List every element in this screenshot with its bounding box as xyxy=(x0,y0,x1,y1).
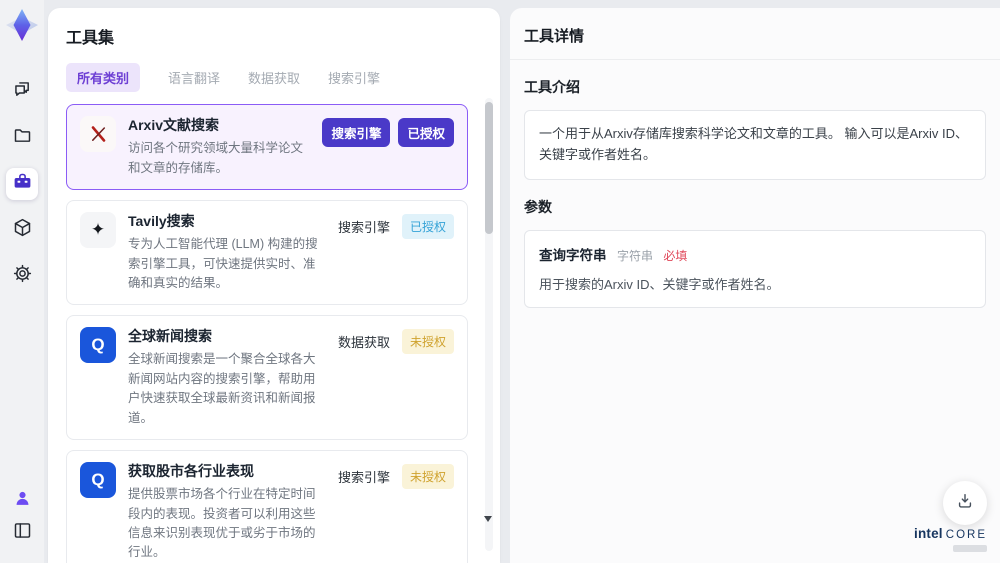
category-label: 搜索引擎 xyxy=(337,219,390,235)
cube-icon xyxy=(12,217,33,243)
tab-all-categories[interactable]: 所有类别 xyxy=(66,63,141,92)
details-title: 工具详情 xyxy=(510,8,1000,60)
tool-row-stock-sectors[interactable]: Q 获取股市各行业表现 提供股票市场各个行业在特定时间段内的表现。投资者可以利用… xyxy=(66,449,468,563)
intro-heading: 工具介绍 xyxy=(524,79,580,95)
tool-title: Tavily搜索 xyxy=(128,212,195,229)
tool-row-arxiv[interactable]: Arxiv文献搜索 访问各个研究领域大量科学论文和文章的存储库。 搜索引擎 已授… xyxy=(66,104,468,190)
parameter-type: 字符串 xyxy=(616,248,653,263)
tool-description: 访问各个研究领域大量科学论文和文章的存储库。 xyxy=(128,141,304,175)
app-logo-icon xyxy=(4,7,40,43)
news-app-icon: Q xyxy=(80,461,116,498)
tool-description: 全球新闻搜索是一个聚合全球各大新闻网站内容的搜索引擎，帮助用户快速获取全球最新资… xyxy=(128,352,316,425)
tab-data-fetch[interactable]: 数据获取 xyxy=(248,63,300,92)
tool-list: Arxiv文献搜索 访问各个研究领域大量科学论文和文章的存储库。 搜索引擎 已授… xyxy=(66,104,482,563)
auth-status-badge: 未授权 xyxy=(401,463,454,489)
tab-translation[interactable]: 语言翻译 xyxy=(168,63,220,92)
auth-status-badge: 已授权 xyxy=(398,118,454,147)
chat-icon xyxy=(12,79,33,105)
tab-search-engine[interactable]: 搜索引擎 xyxy=(328,63,380,92)
download-button[interactable] xyxy=(943,481,987,525)
scroll-down-arrow-icon[interactable] xyxy=(484,516,492,522)
user-icon xyxy=(13,489,32,513)
intel-sub-badge xyxy=(953,545,987,552)
category-label: 搜索引擎 xyxy=(337,469,390,485)
arxiv-logo-icon xyxy=(80,116,116,152)
toolbox-icon xyxy=(12,171,33,197)
parameter-description: 用于搜索的Arxiv ID、关键字或作者姓名。 xyxy=(539,276,780,292)
nav-account[interactable] xyxy=(6,487,38,515)
page-title: 工具集 xyxy=(66,30,115,47)
parameter-name: 查询字符串 xyxy=(539,247,607,263)
auth-status-badge: 已授权 xyxy=(401,213,454,239)
download-icon xyxy=(955,491,975,516)
nav-chat[interactable] xyxy=(6,76,38,108)
tool-row-tavily[interactable]: ✦ Tavily搜索 专为人工智能代理 (LLM) 构建的搜索引擎工具，可快速提… xyxy=(66,199,468,306)
gear-icon xyxy=(12,263,33,289)
folder-icon xyxy=(12,125,33,151)
intel-product-text: CORE xyxy=(945,529,987,541)
tool-title: 全球新闻搜索 xyxy=(128,328,212,345)
tool-details-panel: 工具详情 工具介绍 一个用于从Arxiv存储库搜索科学论文和文章的工具。 输入可… xyxy=(510,8,1000,563)
rail-nav xyxy=(6,76,38,292)
app-screen: 工具集 所有类别 语言翻译 数据获取 搜索引擎 Arxiv文献搜索 访问各个研究… xyxy=(0,0,1000,563)
required-badge: 必填 xyxy=(663,248,688,263)
news-app-icon: Q xyxy=(80,327,116,364)
parameter-card: 查询字符串 字符串 必填 用于搜索的Arxiv ID、关键字或作者姓名。 xyxy=(524,229,986,309)
category-badge: 搜索引擎 xyxy=(322,118,391,147)
tool-title: Arxiv文献搜索 xyxy=(128,117,220,133)
nav-models[interactable] xyxy=(6,214,38,246)
tool-description: 提供股票市场各个行业在特定时间段内的表现。投资者可以利用这些信息来识别表现优于或… xyxy=(128,487,316,560)
tool-list-panel: 工具集 所有类别 语言翻译 数据获取 搜索引擎 Arxiv文献搜索 访问各个研究… xyxy=(48,8,500,563)
intel-core-logo: intel CORE xyxy=(914,525,987,552)
category-label: 数据获取 xyxy=(337,335,390,351)
auth-status-badge: 未授权 xyxy=(401,329,454,355)
rail-bottom-nav xyxy=(6,487,38,547)
left-icon-rail xyxy=(0,0,44,563)
tool-description: 专为人工智能代理 (LLM) 构建的搜索引擎工具，可快速提供实时、准确和真实的结… xyxy=(128,237,318,290)
nav-collapse-sidebar[interactable] xyxy=(6,519,38,547)
intel-brand-text: intel xyxy=(914,526,943,541)
list-scrollbar-thumb[interactable] xyxy=(485,102,493,234)
tool-row-global-news[interactable]: Q 全球新闻搜索 全球新闻搜索是一个聚合全球各大新闻网站内容的搜索引擎，帮助用户… xyxy=(66,315,468,440)
tool-title: 获取股市各行业表现 xyxy=(128,462,254,479)
tool-intro-text: 一个用于从Arxiv存储库搜索科学论文和文章的工具。 输入可以是Arxiv ID… xyxy=(524,110,986,180)
sidebar-toggle-icon xyxy=(12,520,33,546)
nav-settings[interactable] xyxy=(6,260,38,292)
tavily-sparkle-icon: ✦ xyxy=(80,211,116,248)
parameter-header: 查询字符串 字符串 必填 xyxy=(539,244,971,265)
nav-files[interactable] xyxy=(6,122,38,154)
nav-toolbox[interactable] xyxy=(6,168,38,200)
params-heading: 参数 xyxy=(524,198,552,215)
category-tabs: 所有类别 语言翻译 数据获取 搜索引擎 xyxy=(66,63,482,92)
